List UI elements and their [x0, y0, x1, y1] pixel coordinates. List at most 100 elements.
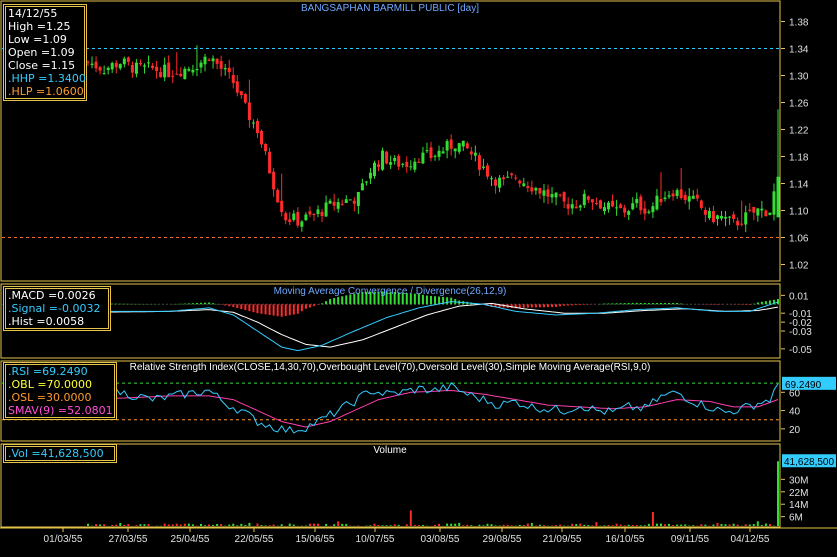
price-candle	[429, 147, 433, 159]
price-candle	[397, 156, 401, 167]
price-candle	[126, 57, 130, 62]
price-candle	[518, 180, 522, 184]
price-candle	[772, 191, 776, 215]
x-axis-tick-label: 22/05/55	[235, 534, 274, 545]
price-candle	[449, 139, 453, 149]
price-candle	[340, 203, 344, 205]
price-candle	[300, 221, 304, 227]
macd-y-tick-label: -0.03	[789, 327, 812, 338]
price-candle	[417, 161, 421, 163]
x-axis-tick-label: 27/03/55	[109, 534, 148, 545]
price-candle	[179, 73, 183, 77]
price-candle	[635, 198, 639, 204]
price-candle	[110, 63, 114, 70]
price-candle	[421, 152, 425, 164]
price-y-tick-label: 1.14	[789, 180, 809, 191]
legend-date: 14/12/55	[8, 7, 58, 20]
price-candle	[477, 155, 481, 170]
volume-legend: .Vol =41,628,500	[3, 444, 117, 463]
stock-chart[interactable]: 1.02 1.06 1.10 1.14 1.18 1.22 1.26 1.30 1.34 1.38…	[0, 0, 837, 557]
price-candle	[510, 173, 514, 176]
price-candle	[506, 176, 510, 178]
price-candle	[728, 216, 732, 218]
price-candle	[687, 196, 691, 202]
price-candle	[720, 215, 724, 219]
x-axis-tick-label: 21/09/55	[543, 534, 582, 545]
price-candle	[441, 151, 445, 154]
macd-legend: .MACD =0.0026 .Signal =-0.0032 .Hist =0.…	[3, 286, 111, 331]
price-y-tick-label: 1.30	[789, 72, 809, 83]
price-candle	[328, 200, 332, 204]
legend-obl: .OBL =70.0000	[8, 378, 93, 391]
legend-hhp: .HHP =1.3400	[8, 72, 86, 85]
volume-bars	[87, 461, 779, 526]
price-candle	[296, 211, 300, 226]
price-candle	[159, 71, 163, 78]
price-candle	[251, 122, 255, 124]
rsi-legend: .RSI =69.2490 .OBL =70.0000 .OSL =30.000…	[3, 362, 117, 420]
price-candle	[437, 150, 441, 157]
x-axis-tick-label: 25/04/55	[171, 534, 210, 545]
price-candle	[756, 208, 760, 216]
price-candle	[175, 73, 179, 75]
price-candle	[562, 192, 566, 202]
price-candle	[502, 177, 506, 180]
price-candle	[631, 203, 635, 210]
rsi-plot	[2, 382, 779, 434]
price-candle	[744, 212, 748, 225]
vol-panel-frame	[0, 443, 781, 528]
macd-y-tick-label: -0.05	[789, 345, 812, 356]
price-candle	[203, 56, 207, 65]
price-candle	[207, 59, 211, 61]
price-candle	[461, 140, 465, 147]
price-legend: 14/12/55 High =1.25 Low =1.09 Open =1.09…	[3, 4, 87, 101]
legend-low: Low =1.09	[8, 33, 67, 46]
price-candle	[227, 67, 231, 73]
price-candle	[372, 162, 376, 177]
price-candle	[453, 148, 457, 152]
macd-signal-line	[88, 302, 779, 348]
price-candle	[695, 194, 699, 199]
price-candle	[98, 67, 102, 71]
price-candle	[445, 141, 449, 151]
price-candle	[320, 211, 324, 217]
price-candle	[134, 62, 138, 74]
price-candle	[413, 161, 417, 170]
price-candle	[671, 193, 675, 197]
price-candle	[703, 210, 707, 215]
price-candle	[691, 195, 695, 199]
price-candle	[199, 62, 203, 68]
price-candle	[94, 61, 98, 69]
price-candle	[433, 155, 437, 157]
macd-title: Moving Average Convergence / Divergence(…	[274, 286, 507, 297]
volume-y-tick-label: 30M	[789, 475, 808, 486]
price-candle	[590, 199, 594, 203]
price-candle	[324, 202, 328, 217]
rsi-y-tick-label: 20	[789, 425, 801, 436]
price-candle	[675, 190, 679, 197]
price-candle	[469, 151, 473, 155]
price-candle	[514, 177, 518, 179]
price-candle	[542, 190, 546, 196]
price-candle	[276, 190, 280, 203]
legend-close: Close =1.15	[8, 59, 76, 72]
x-axis-tick-label: 16/10/55	[606, 534, 645, 545]
price-candle	[223, 68, 227, 70]
price-candle	[102, 73, 106, 75]
price-y-tick-label: 1.10	[789, 207, 809, 218]
price-candle	[243, 94, 247, 103]
price-candle	[381, 150, 385, 170]
price-candle	[211, 58, 215, 62]
price-candle	[264, 143, 268, 152]
x-axis-tick-label: 04/12/55	[731, 534, 770, 545]
price-candle	[171, 75, 175, 77]
price-candle	[546, 189, 550, 197]
price-candle	[255, 120, 259, 134]
price-y-tick-label: 1.34	[789, 45, 809, 56]
legend-rsi: .RSI =69.2490	[8, 365, 88, 378]
price-candle	[699, 200, 703, 208]
price-candle	[526, 186, 530, 189]
price-candle	[711, 211, 715, 222]
price-candle	[260, 130, 264, 145]
price-candle	[118, 64, 122, 69]
